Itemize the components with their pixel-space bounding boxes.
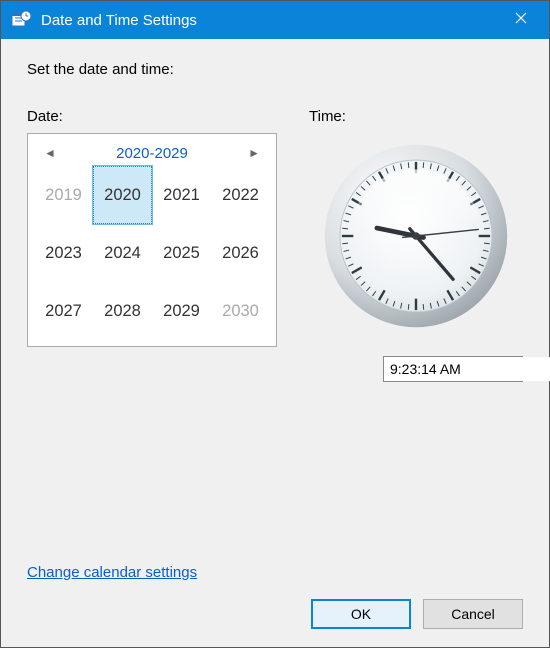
prev-decade-button[interactable]: ◄	[38, 144, 62, 162]
decade-range-title[interactable]: 2020-2029	[116, 145, 188, 162]
year-cell-2026[interactable]: 2026	[211, 224, 270, 282]
year-cell-2030[interactable]: 2030	[211, 282, 270, 340]
ok-button[interactable]: OK	[311, 599, 411, 629]
year-cell-2024[interactable]: 2024	[93, 224, 152, 282]
close-button[interactable]	[501, 11, 541, 29]
dialog-content: Set the date and time: Date: ◄ 2020-2029…	[1, 39, 549, 647]
year-cell-2020[interactable]: 2020	[93, 166, 152, 224]
date-label: Date:	[27, 108, 277, 125]
app-icon	[11, 10, 31, 30]
year-cell-2021[interactable]: 2021	[152, 166, 211, 224]
cancel-button[interactable]: Cancel	[423, 599, 523, 629]
window-title: Date and Time Settings	[41, 12, 501, 29]
time-spinner: ▲ ▼	[383, 356, 523, 382]
titlebar: Date and Time Settings	[1, 1, 549, 39]
time-label: Time:	[309, 108, 523, 125]
change-calendar-settings-link[interactable]: Change calendar settings	[27, 544, 523, 581]
year-cell-2027[interactable]: 2027	[34, 282, 93, 340]
year-cell-2022[interactable]: 2022	[211, 166, 270, 224]
year-cell-2028[interactable]: 2028	[93, 282, 152, 340]
year-cell-2029[interactable]: 2029	[152, 282, 211, 340]
instruction-text: Set the date and time:	[27, 61, 523, 78]
year-picker: ◄ 2020-2029 ► 20192020202120222023202420…	[27, 133, 277, 347]
time-input[interactable]	[384, 357, 550, 381]
year-cell-2025[interactable]: 2025	[152, 224, 211, 282]
year-cell-2019[interactable]: 2019	[34, 166, 93, 224]
analog-clock	[321, 141, 511, 334]
year-cell-2023[interactable]: 2023	[34, 224, 93, 282]
next-decade-button[interactable]: ►	[242, 144, 266, 162]
